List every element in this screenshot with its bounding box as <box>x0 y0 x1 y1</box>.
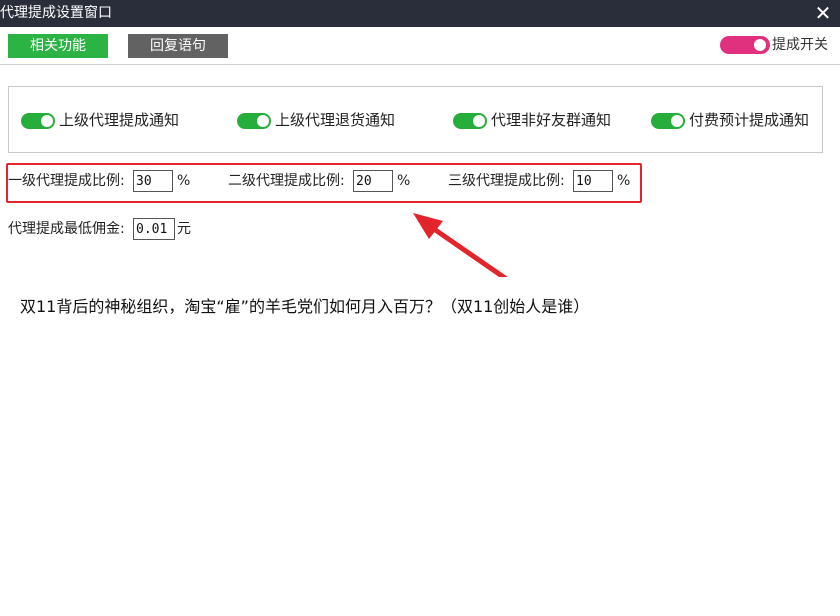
close-icon[interactable]: ✕ <box>812 1 834 25</box>
commission-master-label: 提成开关 <box>772 37 828 53</box>
level3-ratio-input[interactable] <box>573 170 613 192</box>
arrow-head <box>413 213 443 239</box>
notify-non-friend-group-toggle[interactable] <box>453 113 487 129</box>
min-commission-unit: 元 <box>177 221 191 237</box>
reply-phrases-button[interactable]: 回复语句 <box>128 34 228 58</box>
toggle-knob <box>473 115 485 127</box>
toggle-knob <box>754 39 766 51</box>
level2-ratio-label: 二级代理提成比例: <box>228 173 345 189</box>
toggle-knob <box>257 115 269 127</box>
toolbar: 相关功能 回复语句 提成开关 <box>0 27 840 65</box>
level2-ratio-input[interactable] <box>353 170 393 192</box>
title-bar: 代理提成设置窗口 ✕ <box>0 0 840 27</box>
window-title: 代理提成设置窗口 <box>0 5 112 21</box>
level2-ratio-unit: % <box>397 173 411 189</box>
notify-upper-agent-commission-toggle[interactable] <box>21 113 55 129</box>
level3-ratio-label: 三级代理提成比例: <box>448 173 565 189</box>
level1-ratio-input[interactable] <box>133 170 173 192</box>
level1-ratio-unit: % <box>177 173 191 189</box>
min-commission-label: 代理提成最低佣金: <box>8 221 125 237</box>
notify-upper-agent-commission-label: 上级代理提成通知 <box>59 111 180 129</box>
level3-ratio-unit: % <box>617 173 631 189</box>
toggle-knob <box>671 115 683 127</box>
min-commission-input[interactable] <box>133 218 175 240</box>
notify-upper-agent-return-label: 上级代理退货通知 <box>275 111 396 129</box>
notify-paid-estimated-commission-toggle[interactable] <box>651 113 685 129</box>
toggle-knob <box>41 115 53 127</box>
related-functions-button[interactable]: 相关功能 <box>8 34 108 58</box>
notify-upper-agent-return-toggle[interactable] <box>237 113 271 129</box>
article-caption: 双11背后的神秘组织，淘宝“雇”的羊毛党们如何月入百万？（双11创始人是谁） <box>20 297 590 316</box>
level1-ratio-label: 一级代理提成比例: <box>8 173 125 189</box>
notify-paid-estimated-commission-label: 付费预计提成通知 <box>689 111 810 129</box>
notification-settings-panel: 上级代理提成通知 上级代理退货通知 代理非好友群通知 付费预计提成通知 <box>8 86 823 153</box>
commission-master-toggle[interactable] <box>720 36 770 54</box>
notify-non-friend-group-label: 代理非好友群通知 <box>491 111 612 129</box>
caption-band: 双11背后的神秘组织，淘宝“雇”的羊毛党们如何月入百万？（双11创始人是谁） <box>0 277 840 337</box>
